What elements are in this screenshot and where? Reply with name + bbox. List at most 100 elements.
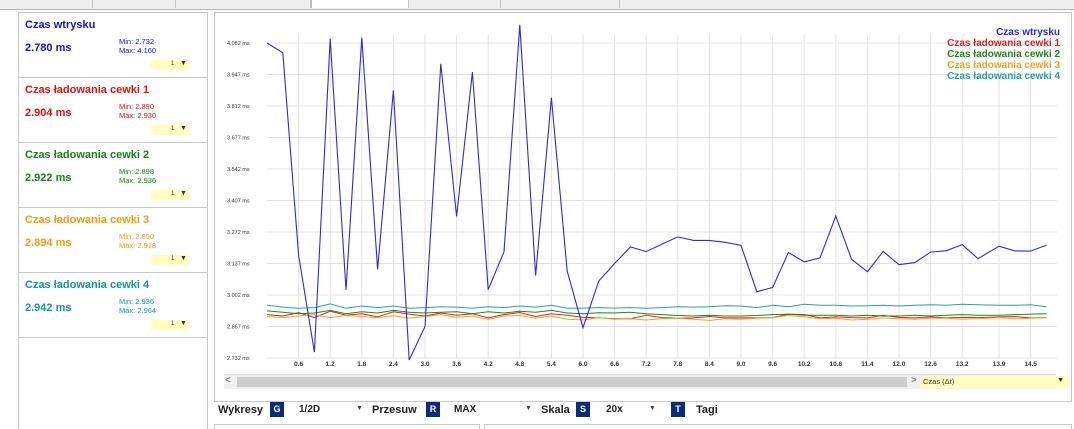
wykresy-select[interactable]: 1/2D xyxy=(299,404,320,415)
x-tick-label: 10.8 xyxy=(829,361,842,368)
signal-selector[interactable]: 1 ▼ xyxy=(151,190,189,200)
scroll-right-icon[interactable]: > xyxy=(911,375,917,386)
signal-card-cewka-2[interactable]: Czas ładowania cewki 2 2.922 ms Min: 2.8… xyxy=(19,143,207,208)
legend-entry: Czas ładowania cewki 1 xyxy=(947,38,1060,49)
chevron-down-icon[interactable]: ▼ xyxy=(649,405,656,412)
signal-minmax: Min: 2.890 Max: 2.918 xyxy=(119,232,156,250)
signal-max: Max: 2.964 xyxy=(119,306,157,315)
signal-title: Czas ładowania cewki 4 xyxy=(25,279,150,291)
signal-min: Min: 2.890 xyxy=(119,102,155,111)
signal-minmax: Min: 2.898 Max: 2.936 xyxy=(119,167,156,185)
tab-3[interactable] xyxy=(176,0,311,8)
line-chart[interactable]: 4.082 ms 3.947 ms 3.812 ms 3.677 ms 3.542 ms… xyxy=(215,13,1071,373)
chevron-down-icon: ▼ xyxy=(180,125,187,132)
legend-entry: Czas ładowania cewki 4 xyxy=(947,71,1060,82)
x-tick-label: 5.4 xyxy=(547,361,556,368)
x-axis-selector[interactable]: Czas (Δt) ▼ xyxy=(920,376,1070,388)
x-tick-label: 4.2 xyxy=(484,361,493,368)
signal-selector-value: 1 xyxy=(171,126,175,132)
x-tick-label: 12.6 xyxy=(924,361,937,368)
legend-entry: Czas ładowania cewki 3 xyxy=(947,60,1060,71)
horizontal-scrollbar[interactable]: < > Czas (Δt) ▼ xyxy=(224,374,1070,389)
x-tick-label: 3.0 xyxy=(420,361,429,368)
x-tick-label: 13.2 xyxy=(956,361,969,368)
x-tick-label: 0.6 xyxy=(294,361,303,368)
signal-max: Max: 2.936 xyxy=(119,176,157,185)
legend-entry: Czas ładowania cewki 2 xyxy=(947,49,1060,60)
signal-sidebar: Czas wtrysku 2.780 ms Min: 2.732 Max: 4.… xyxy=(18,12,208,429)
chevron-down-icon: ▼ xyxy=(180,60,187,67)
signal-min: Min: 2.898 xyxy=(119,167,155,176)
chevron-down-icon: ▼ xyxy=(180,320,187,327)
signal-selector[interactable]: 1 ▼ xyxy=(151,60,189,70)
x-tick-label: 3.6 xyxy=(452,361,461,368)
signal-title: Czas ładowania cewki 3 xyxy=(25,214,150,226)
y-tick-label: 3.272 ms xyxy=(227,230,250,236)
tagi-label[interactable]: Tagi xyxy=(696,404,718,416)
tab-4-active[interactable] xyxy=(311,0,409,8)
x-tick-label: 8.4 xyxy=(705,361,714,368)
x-axis-selector-value: Czas (Δt) xyxy=(923,377,955,386)
x-tick-label: 10.2 xyxy=(798,361,811,368)
x-tick-label: 4.8 xyxy=(515,361,524,368)
x-tick-label: 6.0 xyxy=(578,361,587,368)
tab-1[interactable] xyxy=(0,0,93,8)
y-tick-label: 3.407 ms xyxy=(227,199,250,205)
y-tick-label: 3.542 ms xyxy=(227,167,250,173)
tagi-key-button[interactable]: T xyxy=(671,402,685,417)
signal-selector-value: 1 xyxy=(171,191,175,197)
tab-5[interactable] xyxy=(408,0,501,8)
tab-6[interactable] xyxy=(501,0,620,8)
scroll-left-icon[interactable]: < xyxy=(225,375,231,386)
wykresy-key-button[interactable]: G xyxy=(270,402,284,417)
chevron-down-icon: ▼ xyxy=(180,190,187,197)
y-tick-label: 3.812 ms xyxy=(227,104,250,110)
series-line xyxy=(266,303,1047,309)
y-tick-label: 3.002 ms xyxy=(227,293,250,299)
signal-card-cewka-3[interactable]: Czas ładowania cewki 3 2.894 ms Min: 2.8… xyxy=(19,208,207,273)
x-tick-label: 9.6 xyxy=(768,361,777,368)
tab-2[interactable] xyxy=(93,0,176,8)
signal-value: 2.894 ms xyxy=(25,237,72,249)
scrollbar-thumb[interactable] xyxy=(237,377,907,387)
x-tick-label: 14.5 xyxy=(1024,361,1037,368)
signal-minmax: Min: 2.936 Max: 2.964 xyxy=(119,297,156,315)
y-tick-label: 2.732 ms xyxy=(227,356,250,362)
bottom-panel-right xyxy=(484,424,1072,429)
x-tick-label: 11.4 xyxy=(861,361,874,368)
signal-selector[interactable]: 1 ▼ xyxy=(151,320,189,330)
signal-card-cewka-4[interactable]: Czas ładowania cewki 4 2.942 ms Min: 2.9… xyxy=(19,273,207,338)
x-tick-label: 12.0 xyxy=(893,361,906,368)
tab-strip xyxy=(0,0,1074,10)
przesuw-label: Przesuw xyxy=(372,404,417,416)
y-tick-label: 3.677 ms xyxy=(227,136,250,142)
signal-selector-value: 1 xyxy=(171,256,175,262)
skala-select[interactable]: 20x xyxy=(606,404,623,415)
x-tick-label: 2.4 xyxy=(389,361,398,368)
chevron-down-icon[interactable]: ▼ xyxy=(525,405,532,412)
x-tick-label: 6.6 xyxy=(610,361,619,368)
signal-minmax: Min: 2.890 Max: 2.930 xyxy=(119,102,156,120)
signal-max: Max: 2.918 xyxy=(119,241,157,250)
przesuw-select[interactable]: MAX xyxy=(454,404,476,415)
signal-card-cewka-1[interactable]: Czas ładowania cewki 1 2.904 ms Min: 2.8… xyxy=(19,78,207,143)
chart-toolbar: Wykresy G 1/2D ▼ Przesuw R MAX ▼ Skala S… xyxy=(214,400,1074,420)
signal-selector-value: 1 xyxy=(171,61,175,67)
skala-key-button[interactable]: S xyxy=(576,402,590,417)
y-tick-label: 3.137 ms xyxy=(227,262,250,268)
y-tick-label: 2.867 ms xyxy=(227,325,250,331)
signal-selector[interactable]: 1 ▼ xyxy=(151,125,189,135)
signal-max: Max: 4.160 xyxy=(119,46,157,55)
signal-selector[interactable]: 1 ▼ xyxy=(151,255,189,265)
chart-panel: 4.082 ms 3.947 ms 3.812 ms 3.677 ms 3.542 ms… xyxy=(214,12,1072,402)
signal-max: Max: 2.930 xyxy=(119,111,157,120)
x-tick-label: 7.2 xyxy=(642,361,651,368)
signal-card-czas-wtrysku[interactable]: Czas wtrysku 2.780 ms Min: 2.732 Max: 4.… xyxy=(19,13,207,78)
signal-value: 2.904 ms xyxy=(25,107,72,119)
signal-value: 2.942 ms xyxy=(25,302,72,314)
przesuw-key-button[interactable]: R xyxy=(426,402,440,417)
signal-min: Min: 2.890 xyxy=(119,232,155,241)
x-tick-label: 13.9 xyxy=(993,361,1006,368)
signal-value: 2.780 ms xyxy=(25,42,72,54)
chevron-down-icon[interactable]: ▼ xyxy=(356,405,363,412)
